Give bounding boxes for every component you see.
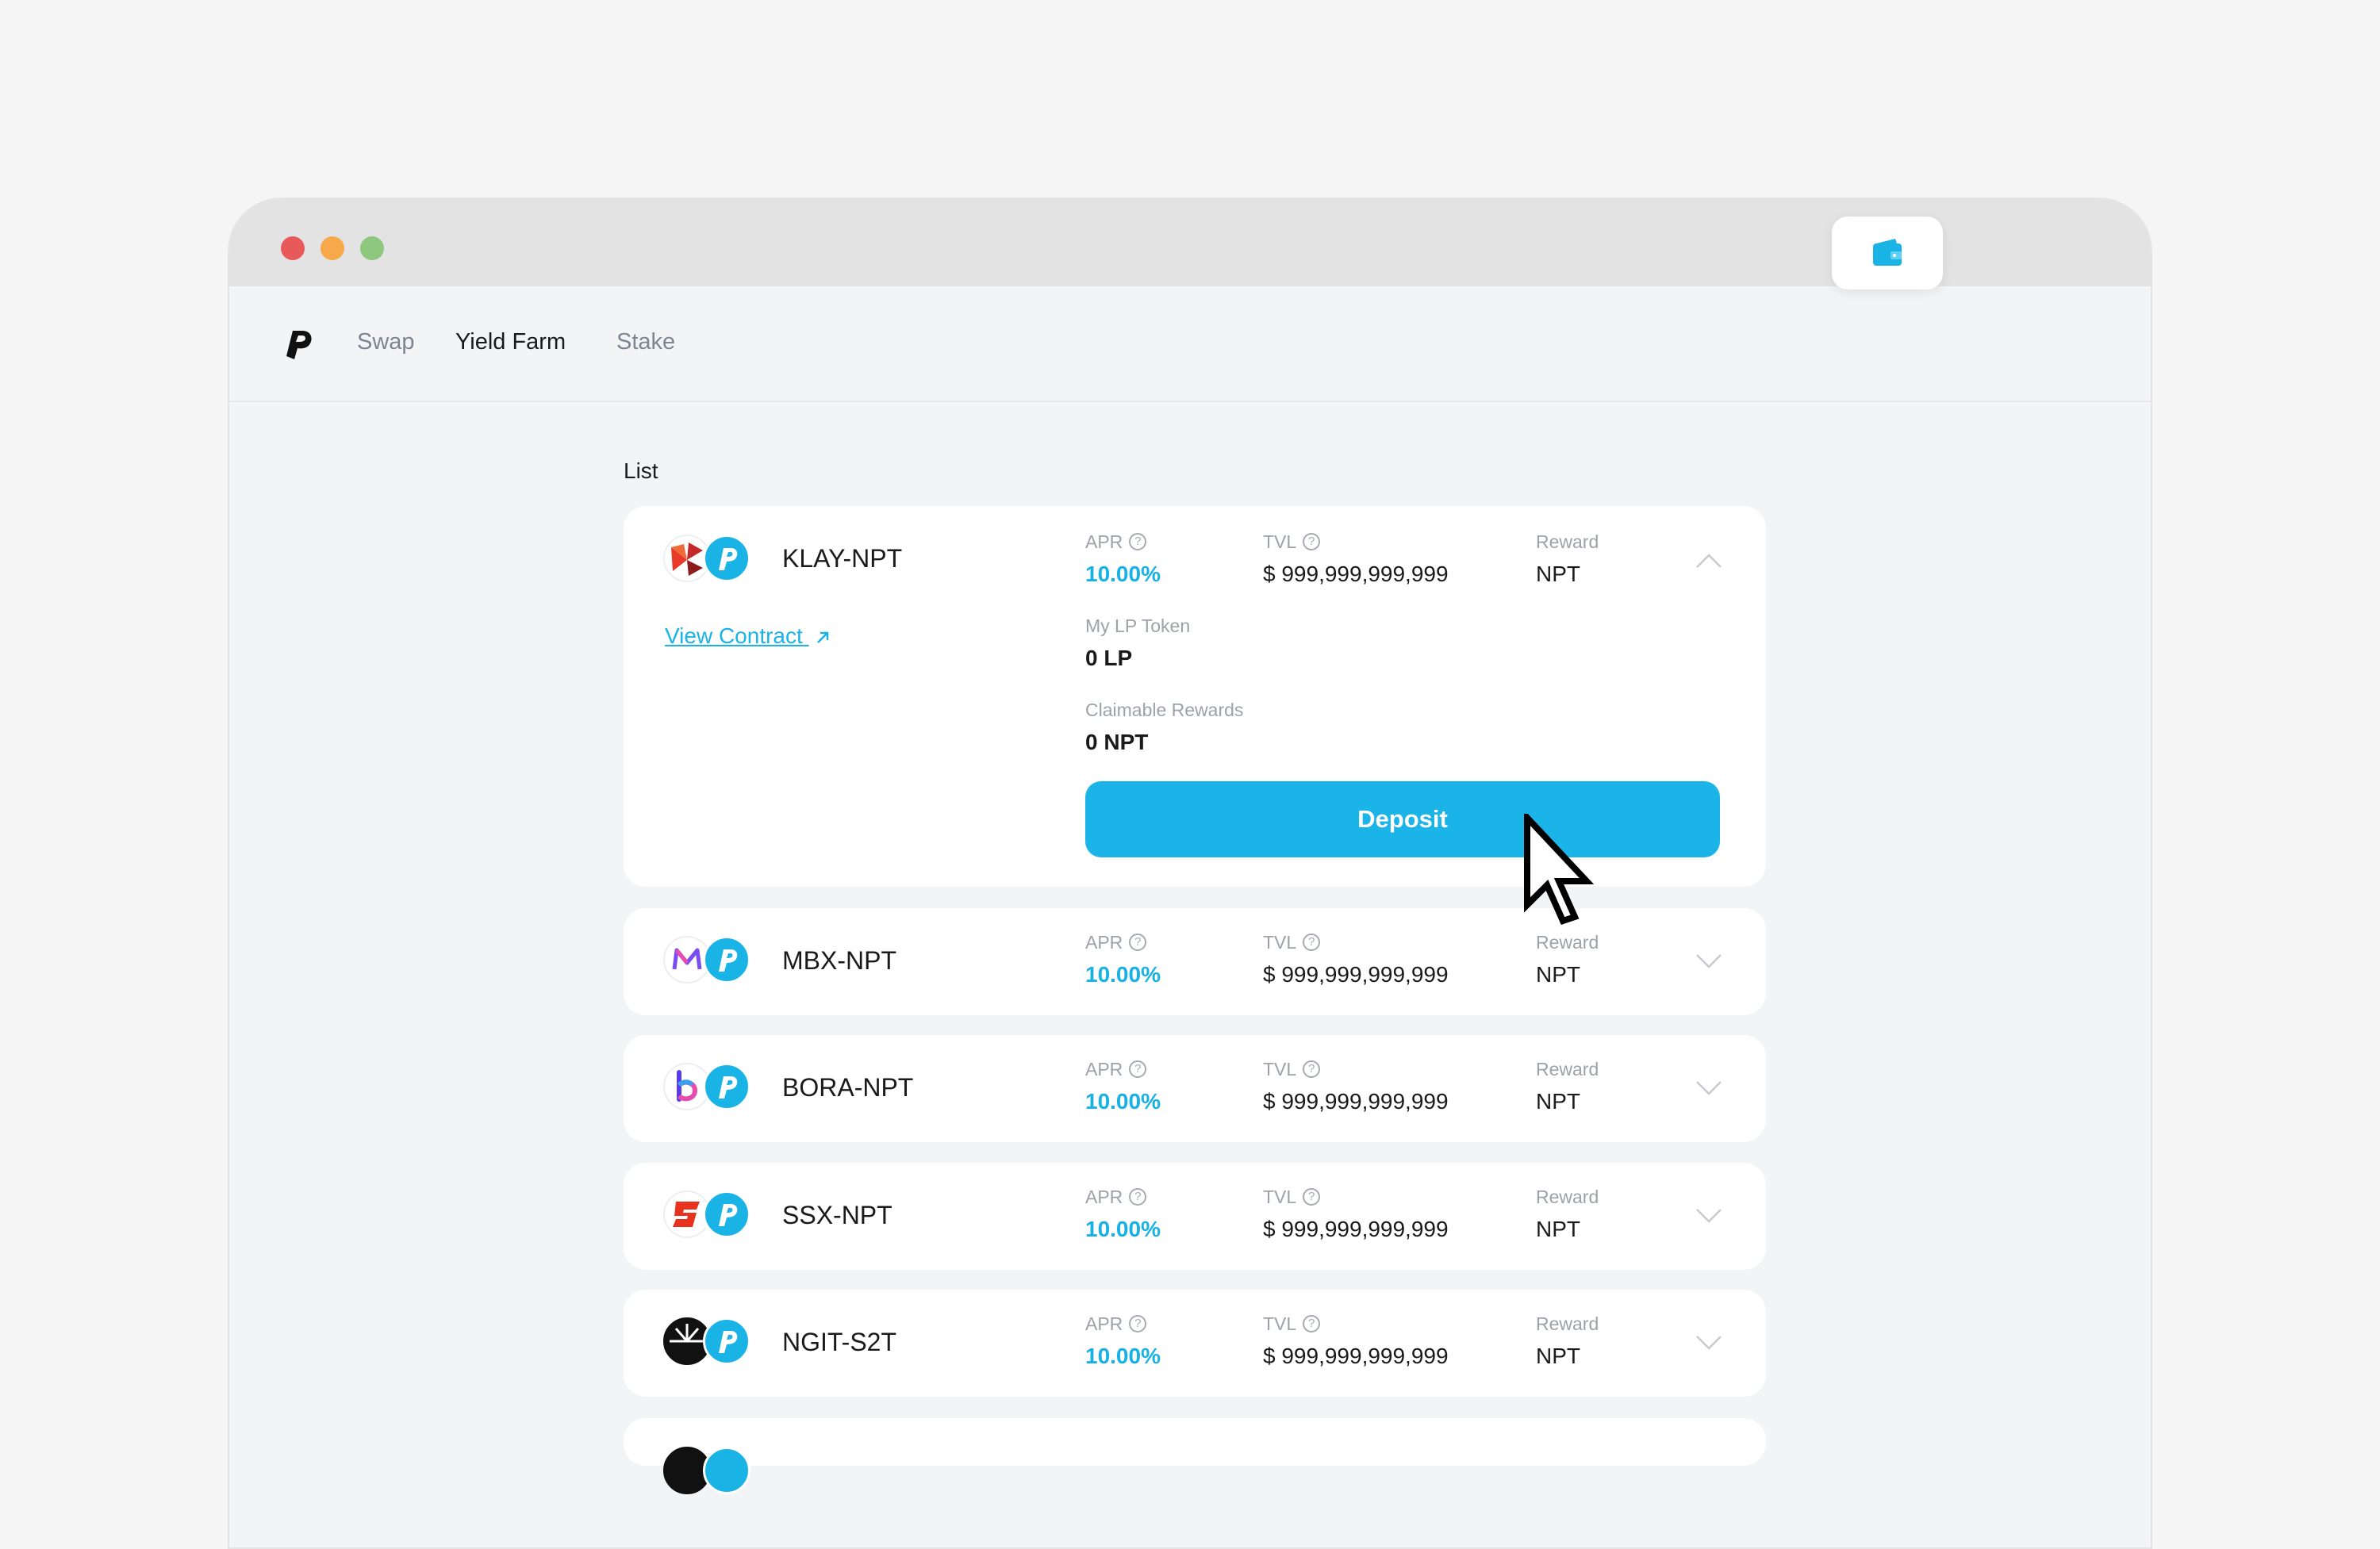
help-icon[interactable]: ?: [1129, 1314, 1147, 1332]
apr-value: 10.00%: [1085, 962, 1161, 987]
apr-label: APR?: [1085, 1059, 1147, 1080]
maximize-window-button[interactable]: [360, 236, 384, 260]
apr-value: 10.00%: [1085, 1344, 1161, 1368]
nav-stake[interactable]: Stake: [616, 326, 675, 358]
view-contract-link[interactable]: View Contract: [665, 623, 831, 649]
reward-label: Reward: [1536, 1313, 1599, 1334]
pair-name: KLAY-NPT: [782, 544, 903, 573]
my-lp-token-value: 0 LP: [1085, 646, 1133, 670]
pair-icons: [663, 1191, 758, 1241]
apr-value: 10.00%: [1085, 562, 1161, 586]
reward-label: Reward: [1536, 531, 1599, 552]
npt-token-icon: [703, 1063, 750, 1110]
farm-card[interactable]: [624, 1418, 1766, 1494]
apr-label: APR?: [1085, 1187, 1147, 1208]
farm-card[interactable]: NGIT-S2T APR? 10.00% TVL? $ 999,999,999,…: [624, 1290, 1766, 1397]
chevron-up-icon[interactable]: [1695, 552, 1723, 569]
pair-icons: [663, 936, 758, 987]
help-icon[interactable]: ?: [1129, 1060, 1147, 1078]
apr-label: APR?: [1085, 531, 1147, 553]
nav-swap[interactable]: Swap: [357, 326, 415, 358]
claimable-rewards-value: 0 NPT: [1085, 730, 1149, 754]
mouse-cursor-icon: [1524, 814, 1595, 925]
list-title: List: [624, 458, 658, 483]
tvl-value: $ 999,999,999,999: [1263, 1344, 1449, 1368]
help-icon[interactable]: ?: [1303, 1060, 1321, 1078]
chevron-down-icon[interactable]: [1695, 1207, 1723, 1225]
deposit-button[interactable]: Deposit: [1085, 781, 1720, 857]
tvl-value: $ 999,999,999,999: [1263, 962, 1449, 987]
tvl-value: $ 999,999,999,999: [1263, 1089, 1449, 1114]
npt-token-icon: [703, 535, 750, 582]
tvl-label: TVL?: [1263, 1313, 1321, 1335]
reward-value: NPT: [1536, 962, 1580, 987]
pair-icons: [663, 1317, 758, 1368]
help-icon[interactable]: ?: [1303, 933, 1321, 951]
help-icon[interactable]: ?: [1129, 933, 1147, 951]
npt-token-icon: [703, 936, 750, 983]
apr-value: 10.00%: [1085, 1217, 1161, 1241]
chevron-down-icon[interactable]: [1695, 1334, 1723, 1352]
help-icon[interactable]: ?: [1303, 1187, 1321, 1206]
top-navbar: Swap Yield Farm Stake: [229, 286, 2151, 402]
chevron-down-icon[interactable]: [1695, 1079, 1723, 1097]
reward-label: Reward: [1536, 1059, 1599, 1079]
close-window-button[interactable]: [281, 236, 305, 260]
help-icon[interactable]: ?: [1129, 532, 1147, 550]
claimable-rewards-label: Claimable Rewards: [1085, 700, 1244, 720]
tvl-label: TVL?: [1263, 531, 1321, 553]
pair-name: BORA-NPT: [782, 1073, 914, 1102]
help-icon[interactable]: ?: [1303, 532, 1321, 550]
app-logo-icon[interactable]: [278, 324, 317, 362]
reward-label: Reward: [1536, 1187, 1599, 1207]
tvl-value: $ 999,999,999,999: [1263, 1217, 1449, 1241]
apr-value: 10.00%: [1085, 1089, 1161, 1114]
help-icon[interactable]: ?: [1129, 1187, 1147, 1206]
farm-card[interactable]: SSX-NPT APR? 10.00% TVL? $ 999,999,999,9…: [624, 1163, 1766, 1270]
pair-icons: [663, 535, 758, 585]
npt-token-icon: [703, 1317, 750, 1365]
tvl-label: TVL?: [1263, 1187, 1321, 1208]
pair-name: SSX-NPT: [782, 1201, 892, 1229]
tvl-label: TVL?: [1263, 932, 1321, 953]
minimize-window-button[interactable]: [321, 236, 344, 260]
pair-name: NGIT-S2T: [782, 1328, 897, 1356]
tvl-label: TVL?: [1263, 1059, 1321, 1080]
help-icon[interactable]: ?: [1303, 1314, 1321, 1332]
external-link-icon: [816, 631, 828, 643]
apr-label: APR?: [1085, 932, 1147, 953]
pair-icons: [663, 1447, 758, 1497]
my-lp-token-label: My LP Token: [1085, 615, 1191, 636]
pair-name: MBX-NPT: [782, 946, 896, 975]
reward-value: NPT: [1536, 1217, 1580, 1241]
wallet-icon: [1873, 239, 1902, 266]
chevron-down-icon[interactable]: [1695, 953, 1723, 970]
pair-icons: [663, 1063, 758, 1114]
farm-card[interactable]: BORA-NPT APR? 10.00% TVL? $ 999,999,999,…: [624, 1035, 1766, 1142]
apr-label: APR?: [1085, 1313, 1147, 1335]
tvl-value: $ 999,999,999,999: [1263, 562, 1449, 586]
npt-token-icon: [703, 1191, 750, 1238]
reward-value: NPT: [1536, 1344, 1580, 1368]
reward-value: NPT: [1536, 1089, 1580, 1114]
npt-token-icon: [703, 1447, 750, 1494]
nav-yield-farm[interactable]: Yield Farm: [455, 326, 566, 358]
wallet-button[interactable]: [1832, 217, 1943, 289]
reward-value: NPT: [1536, 562, 1580, 586]
